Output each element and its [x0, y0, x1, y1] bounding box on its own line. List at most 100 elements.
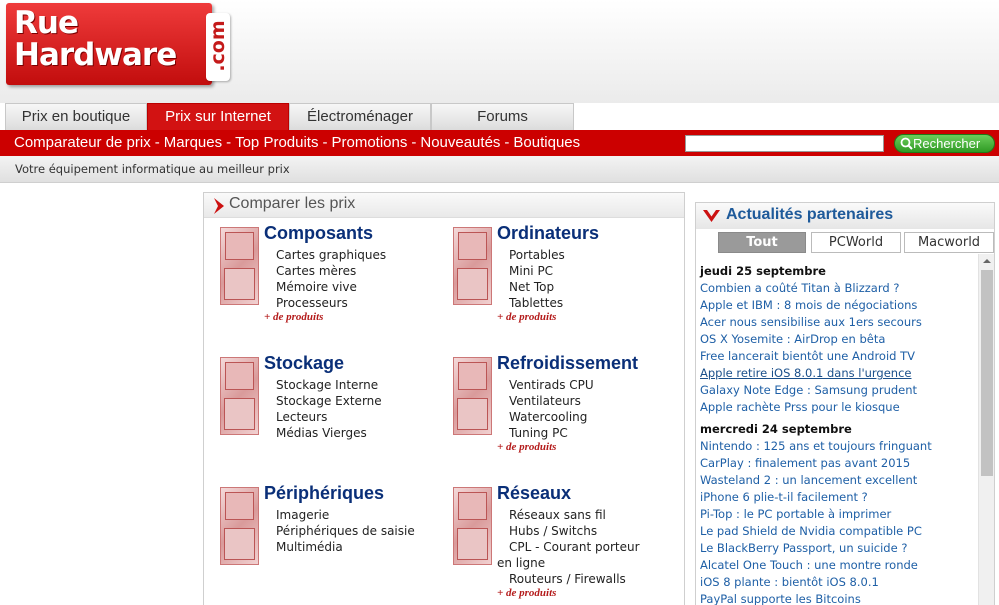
- scroll-up-icon[interactable]: [979, 254, 995, 268]
- category-items: Portables Mini PC Net Top Tablettes: [509, 247, 679, 311]
- category-link[interactable]: Médias Vierges: [276, 425, 446, 441]
- category-link[interactable]: Lecteurs: [276, 409, 446, 425]
- news-item[interactable]: Wasteland 2 : un lancement excellent: [700, 472, 976, 489]
- category-items: Stockage Interne Stockage Externe Lecteu…: [276, 377, 446, 441]
- news-tab-macworld[interactable]: Macworld: [904, 232, 994, 253]
- news-item[interactable]: Le pad Shield de Nvidia compatible PC: [700, 523, 976, 540]
- news-item[interactable]: Pi-Top : le PC portable à imprimer: [700, 506, 976, 523]
- category-refroidissement: Refroidissement Ventirads CPU Ventilateu…: [453, 353, 683, 457]
- category-title[interactable]: Stockage: [264, 353, 344, 374]
- news-item[interactable]: Acer nous sensibilise aux 1ers secours: [700, 314, 976, 331]
- tab-prix-sur-internet[interactable]: Prix sur Internet: [147, 103, 289, 130]
- news-scrollbar[interactable]: [978, 254, 994, 605]
- category-link[interactable]: Tablettes: [509, 295, 679, 311]
- nav-link-marques[interactable]: Marques: [164, 134, 222, 151]
- nav-link-boutiques[interactable]: Boutiques: [513, 134, 580, 151]
- category-title[interactable]: Réseaux: [497, 483, 571, 504]
- news-item[interactable]: Combien a coûté Titan à Blizzard ?: [700, 280, 976, 297]
- category-items: Cartes graphiques Cartes mères Mémoire v…: [276, 247, 446, 311]
- category-link[interactable]: Ventirads CPU: [509, 377, 679, 393]
- category-ordinateurs: Ordinateurs Portables Mini PC Net Top Ta…: [453, 223, 683, 327]
- chevron-down-icon: [703, 210, 720, 222]
- nav-link-promotions[interactable]: Promotions: [331, 134, 407, 151]
- news-item-hovered[interactable]: Apple retire iOS 8.0.1 dans l'urgence: [700, 365, 976, 382]
- category-link[interactable]: Routeurs / Firewalls: [509, 571, 679, 587]
- tagline: Votre équipement informatique au meilleu…: [15, 162, 290, 176]
- nav-separator: -: [226, 134, 232, 151]
- category-link[interactable]: Ventilateurs: [509, 393, 679, 409]
- category-image[interactable]: [453, 487, 492, 565]
- news-item[interactable]: Apple rachète Prss pour le kiosque: [700, 399, 976, 416]
- nav-link-comparateur[interactable]: Comparateur de prix: [14, 134, 151, 151]
- category-link[interactable]: Mémoire vive: [276, 279, 446, 295]
- news-tab-pcworld[interactable]: PCWorld: [811, 232, 901, 253]
- nav-separator: -: [154, 134, 160, 151]
- logo-tld-badge: .com: [206, 13, 230, 81]
- scroll-thumb[interactable]: [981, 270, 993, 476]
- news-item[interactable]: Nintendo : 125 ans et toujours fringuant: [700, 438, 976, 455]
- category-link[interactable]: Portables: [509, 247, 679, 263]
- nav-separator: -: [411, 134, 417, 151]
- category-items: Réseaux sans fil Hubs / Switchs CPL - Co…: [497, 507, 679, 587]
- category-title[interactable]: Composants: [264, 223, 373, 244]
- category-link[interactable]: Multimédia: [276, 539, 446, 555]
- category-link[interactable]: Watercooling: [509, 409, 679, 425]
- category-image[interactable]: [453, 357, 492, 435]
- category-image[interactable]: [220, 357, 259, 435]
- category-title[interactable]: Refroidissement: [497, 353, 638, 374]
- tab-electromenager[interactable]: Électroménager: [289, 103, 431, 130]
- search-input[interactable]: [685, 135, 884, 152]
- more-products-link[interactable]: + de produits: [497, 441, 556, 453]
- category-link[interactable]: Mini PC: [509, 263, 679, 279]
- logo-box: Rue Hardware: [6, 3, 212, 85]
- category-title[interactable]: Périphériques: [264, 483, 384, 504]
- category-link[interactable]: Net Top: [509, 279, 679, 295]
- news-item[interactable]: iOS 8 plante : bientôt iOS 8.0.1: [700, 574, 976, 591]
- news-item[interactable]: Alcatel One Touch : une montre ronde: [700, 557, 976, 574]
- news-item[interactable]: Galaxy Note Edge : Samsung prudent: [700, 382, 976, 399]
- category-link[interactable]: Imagerie: [276, 507, 446, 523]
- news-item[interactable]: CarPlay : finalement pas avant 2015: [700, 455, 976, 472]
- compare-title: Comparer les prix: [229, 195, 356, 212]
- more-products-link[interactable]: + de produits: [264, 311, 323, 323]
- news-tab-tout[interactable]: Tout: [718, 232, 806, 253]
- search-button-label: Rechercher: [913, 136, 981, 151]
- news-item[interactable]: Free lancerait bientôt une Android TV: [700, 348, 976, 365]
- arrow-right-icon: [214, 198, 224, 214]
- more-products-link[interactable]: + de produits: [497, 587, 556, 599]
- tab-forums[interactable]: Forums: [431, 103, 574, 130]
- compare-header: Comparer les prix: [204, 193, 684, 218]
- category-link[interactable]: Périphériques de saisie: [276, 523, 446, 539]
- news-title: Actualités partenaires: [726, 206, 894, 223]
- nav-link-nouveautes[interactable]: Nouveautés: [420, 134, 500, 151]
- category-link[interactable]: CPL - Courant porteur en ligne: [497, 539, 657, 571]
- category-link[interactable]: Cartes mères: [276, 263, 446, 279]
- category-image[interactable]: [220, 227, 259, 305]
- tab-prix-en-boutique[interactable]: Prix en boutique: [5, 103, 147, 130]
- news-list: jeudi 25 septembre Combien a coûté Titan…: [700, 263, 976, 605]
- category-link[interactable]: Stockage Externe: [276, 393, 446, 409]
- category-image[interactable]: [453, 227, 492, 305]
- category-link[interactable]: Réseaux sans fil: [509, 507, 679, 523]
- more-products-link[interactable]: + de produits: [497, 311, 556, 323]
- category-link[interactable]: Cartes graphiques: [276, 247, 446, 263]
- news-item[interactable]: iPhone 6 plie-t-il facilement ?: [700, 489, 976, 506]
- nav-link-top-produits[interactable]: Top Produits: [235, 134, 318, 151]
- search-button[interactable]: Rechercher: [894, 134, 995, 153]
- news-date: mercredi 24 septembre: [700, 422, 852, 436]
- category-image[interactable]: [220, 487, 259, 565]
- logo-line2: Hardware: [14, 37, 177, 73]
- category-peripheriques: Périphériques Imagerie Périphériques de …: [220, 483, 450, 587]
- category-title[interactable]: Ordinateurs: [497, 223, 599, 244]
- news-item[interactable]: Le BlackBerry Passport, un suicide ?: [700, 540, 976, 557]
- category-link[interactable]: Tuning PC: [509, 425, 679, 441]
- category-items: Ventirads CPU Ventilateurs Watercooling …: [509, 377, 679, 441]
- category-link[interactable]: Hubs / Switchs: [509, 523, 679, 539]
- category-link[interactable]: Stockage Interne: [276, 377, 446, 393]
- news-item[interactable]: PayPal supporte les Bitcoins: [700, 591, 976, 605]
- logo-tld: .com: [207, 20, 229, 72]
- news-item[interactable]: OS X Yosemite : AirDrop en bêta: [700, 331, 976, 348]
- site-logo[interactable]: Rue Hardware .com: [6, 3, 230, 85]
- news-item[interactable]: Apple et IBM : 8 mois de négociations: [700, 297, 976, 314]
- category-link[interactable]: Processeurs: [276, 295, 446, 311]
